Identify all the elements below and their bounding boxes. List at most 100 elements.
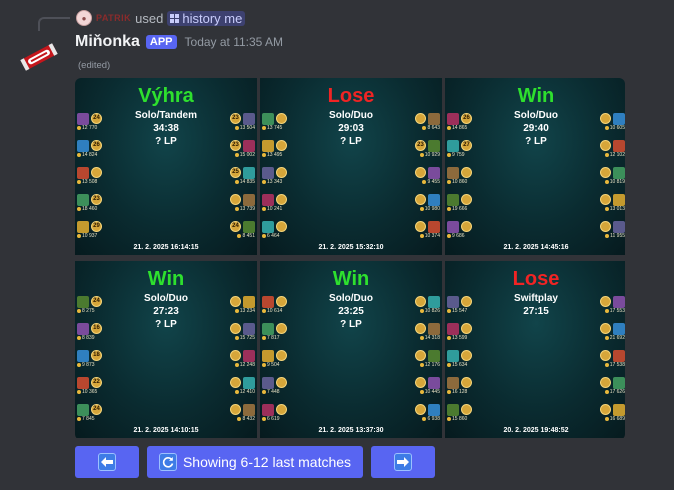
player-level-badge: 23 [91, 194, 102, 205]
player-level-badge [276, 377, 287, 388]
champion-icon [77, 377, 89, 389]
player-left: 10 614 [260, 295, 298, 314]
player-gold: 12 248 [234, 362, 255, 368]
candy-bar-icon[interactable] [18, 36, 60, 78]
player-gold-value: 9 873 [82, 362, 95, 368]
previous-page-button[interactable] [75, 446, 139, 478]
player-gold-value: 10 826 [424, 308, 440, 314]
champion-icon [243, 167, 255, 179]
gold-coin-icon [604, 308, 609, 313]
player-gold-value: 15 860 [452, 416, 468, 422]
player-left: 6 619 [260, 403, 298, 422]
player-gold-value: 13 013 [609, 206, 625, 212]
player-right: 17 553 [589, 295, 625, 314]
player-gold: 14 318 [419, 335, 440, 341]
champion-icon [262, 350, 274, 362]
player-level-badge [461, 221, 472, 232]
champion-icon [262, 167, 274, 179]
match-date: 21. 2. 2025 14:10:15 [133, 427, 199, 434]
champion-icon [613, 113, 625, 125]
match-date: 21. 2. 2025 13:37:30 [318, 427, 384, 434]
gold-coin-icon [262, 362, 266, 367]
reply-username[interactable]: PATRIK [96, 13, 131, 23]
gold-coin-icon [234, 179, 239, 184]
gold-coin-icon [237, 416, 242, 421]
champion-icon [447, 140, 459, 152]
gold-coin-icon [262, 233, 266, 238]
next-page-button[interactable] [371, 446, 435, 478]
gold-coin-icon [419, 152, 424, 157]
player-level-badge: 24 [91, 404, 102, 415]
player-gold-value: 13 495 [267, 152, 283, 158]
message-timestamp[interactable]: Today at 11:35 AM [185, 35, 284, 49]
player-gold-value: 8 643 [427, 125, 440, 131]
player-level-badge [600, 296, 611, 307]
player-left: 13 343 [260, 166, 298, 185]
match-result: Win [517, 85, 555, 107]
action-row: Showing 6-12 last matches [75, 446, 435, 478]
match-history-image[interactable]: Výhra Solo/Tandem 34:38? LP 21. 2. 2025 16:… [75, 78, 625, 440]
gold-coin-icon [234, 362, 239, 367]
player-gold-value: 9 759 [452, 152, 465, 158]
player-right: 13 739 [219, 193, 257, 212]
gold-coin-icon [605, 233, 610, 238]
champion-icon [262, 377, 274, 389]
player-gold-value: 10 614 [267, 308, 283, 314]
player-gold-value: 10 365 [82, 389, 98, 395]
slash-command-name: history me [182, 10, 243, 26]
gold-coin-icon [604, 152, 609, 157]
player-left: 19 666 [445, 193, 483, 212]
player-level-badge [276, 113, 287, 124]
player-right: 10 819 [589, 166, 625, 185]
player-level-badge [415, 221, 426, 232]
player-gold: 7 448 [262, 389, 280, 395]
player-gold: 10 241 [262, 206, 282, 212]
match-result: Lose [327, 85, 375, 107]
player-right: 10 605 [589, 112, 625, 131]
slash-command-chip[interactable]: history me [167, 10, 246, 26]
player-gold-value: 13 508 [82, 179, 98, 185]
champion-icon [77, 323, 89, 335]
player-right: 10 826 [404, 295, 442, 314]
player-gold: 16 128 [447, 389, 467, 395]
player-level-badge [276, 350, 287, 361]
player-gold: 10 365 [77, 389, 97, 395]
user-avatar-icon[interactable]: ● [76, 10, 92, 26]
player-gold: 10 980 [419, 206, 440, 212]
player-left: 24 7 845 [75, 403, 113, 422]
gold-coin-icon [447, 125, 451, 130]
gold-coin-icon [77, 362, 81, 367]
match-date: 21. 2. 2025 14:45:16 [503, 244, 569, 251]
player-left: 22 10 365 [75, 376, 113, 395]
match-card: Výhra Solo/Tandem 34:38? LP 21. 2. 2025 16:… [75, 78, 257, 255]
player-gold: 9 873 [77, 362, 95, 368]
champion-icon [428, 140, 440, 152]
player-right: 12 410 [219, 376, 257, 395]
gold-coin-icon [604, 362, 609, 367]
bot-username[interactable]: Miňonka [75, 33, 140, 51]
player-right: 23 15 002 [219, 139, 257, 158]
gold-coin-icon [234, 125, 239, 130]
player-level-badge [600, 323, 611, 334]
player-gold-value: 8 839 [82, 335, 95, 341]
slash-command-grid-icon [170, 13, 180, 23]
player-gold-value: 14 824 [82, 152, 98, 158]
gold-coin-icon [77, 125, 81, 130]
player-gold-value: 9 455 [427, 179, 440, 185]
refresh-button[interactable]: Showing 6-12 last matches [147, 446, 363, 478]
player-level-badge [461, 377, 472, 388]
player-gold-value: 21 692 [609, 335, 625, 341]
player-level-badge [276, 140, 287, 151]
champion-icon [77, 113, 89, 125]
player-level-badge: 26 [91, 140, 102, 151]
gold-coin-icon [447, 335, 451, 340]
player-level-badge: 23 [230, 113, 241, 124]
player-left: 29 10 937 [75, 220, 113, 239]
edited-label: (edited) [78, 60, 111, 71]
reply-context[interactable]: ● PATRIK used history me [76, 9, 246, 27]
player-level-badge [415, 113, 426, 124]
player-gold-value: 10 605 [609, 125, 625, 131]
gold-coin-icon [234, 206, 239, 211]
player-level-badge [276, 167, 287, 178]
player-gold: 10 860 [447, 179, 467, 185]
